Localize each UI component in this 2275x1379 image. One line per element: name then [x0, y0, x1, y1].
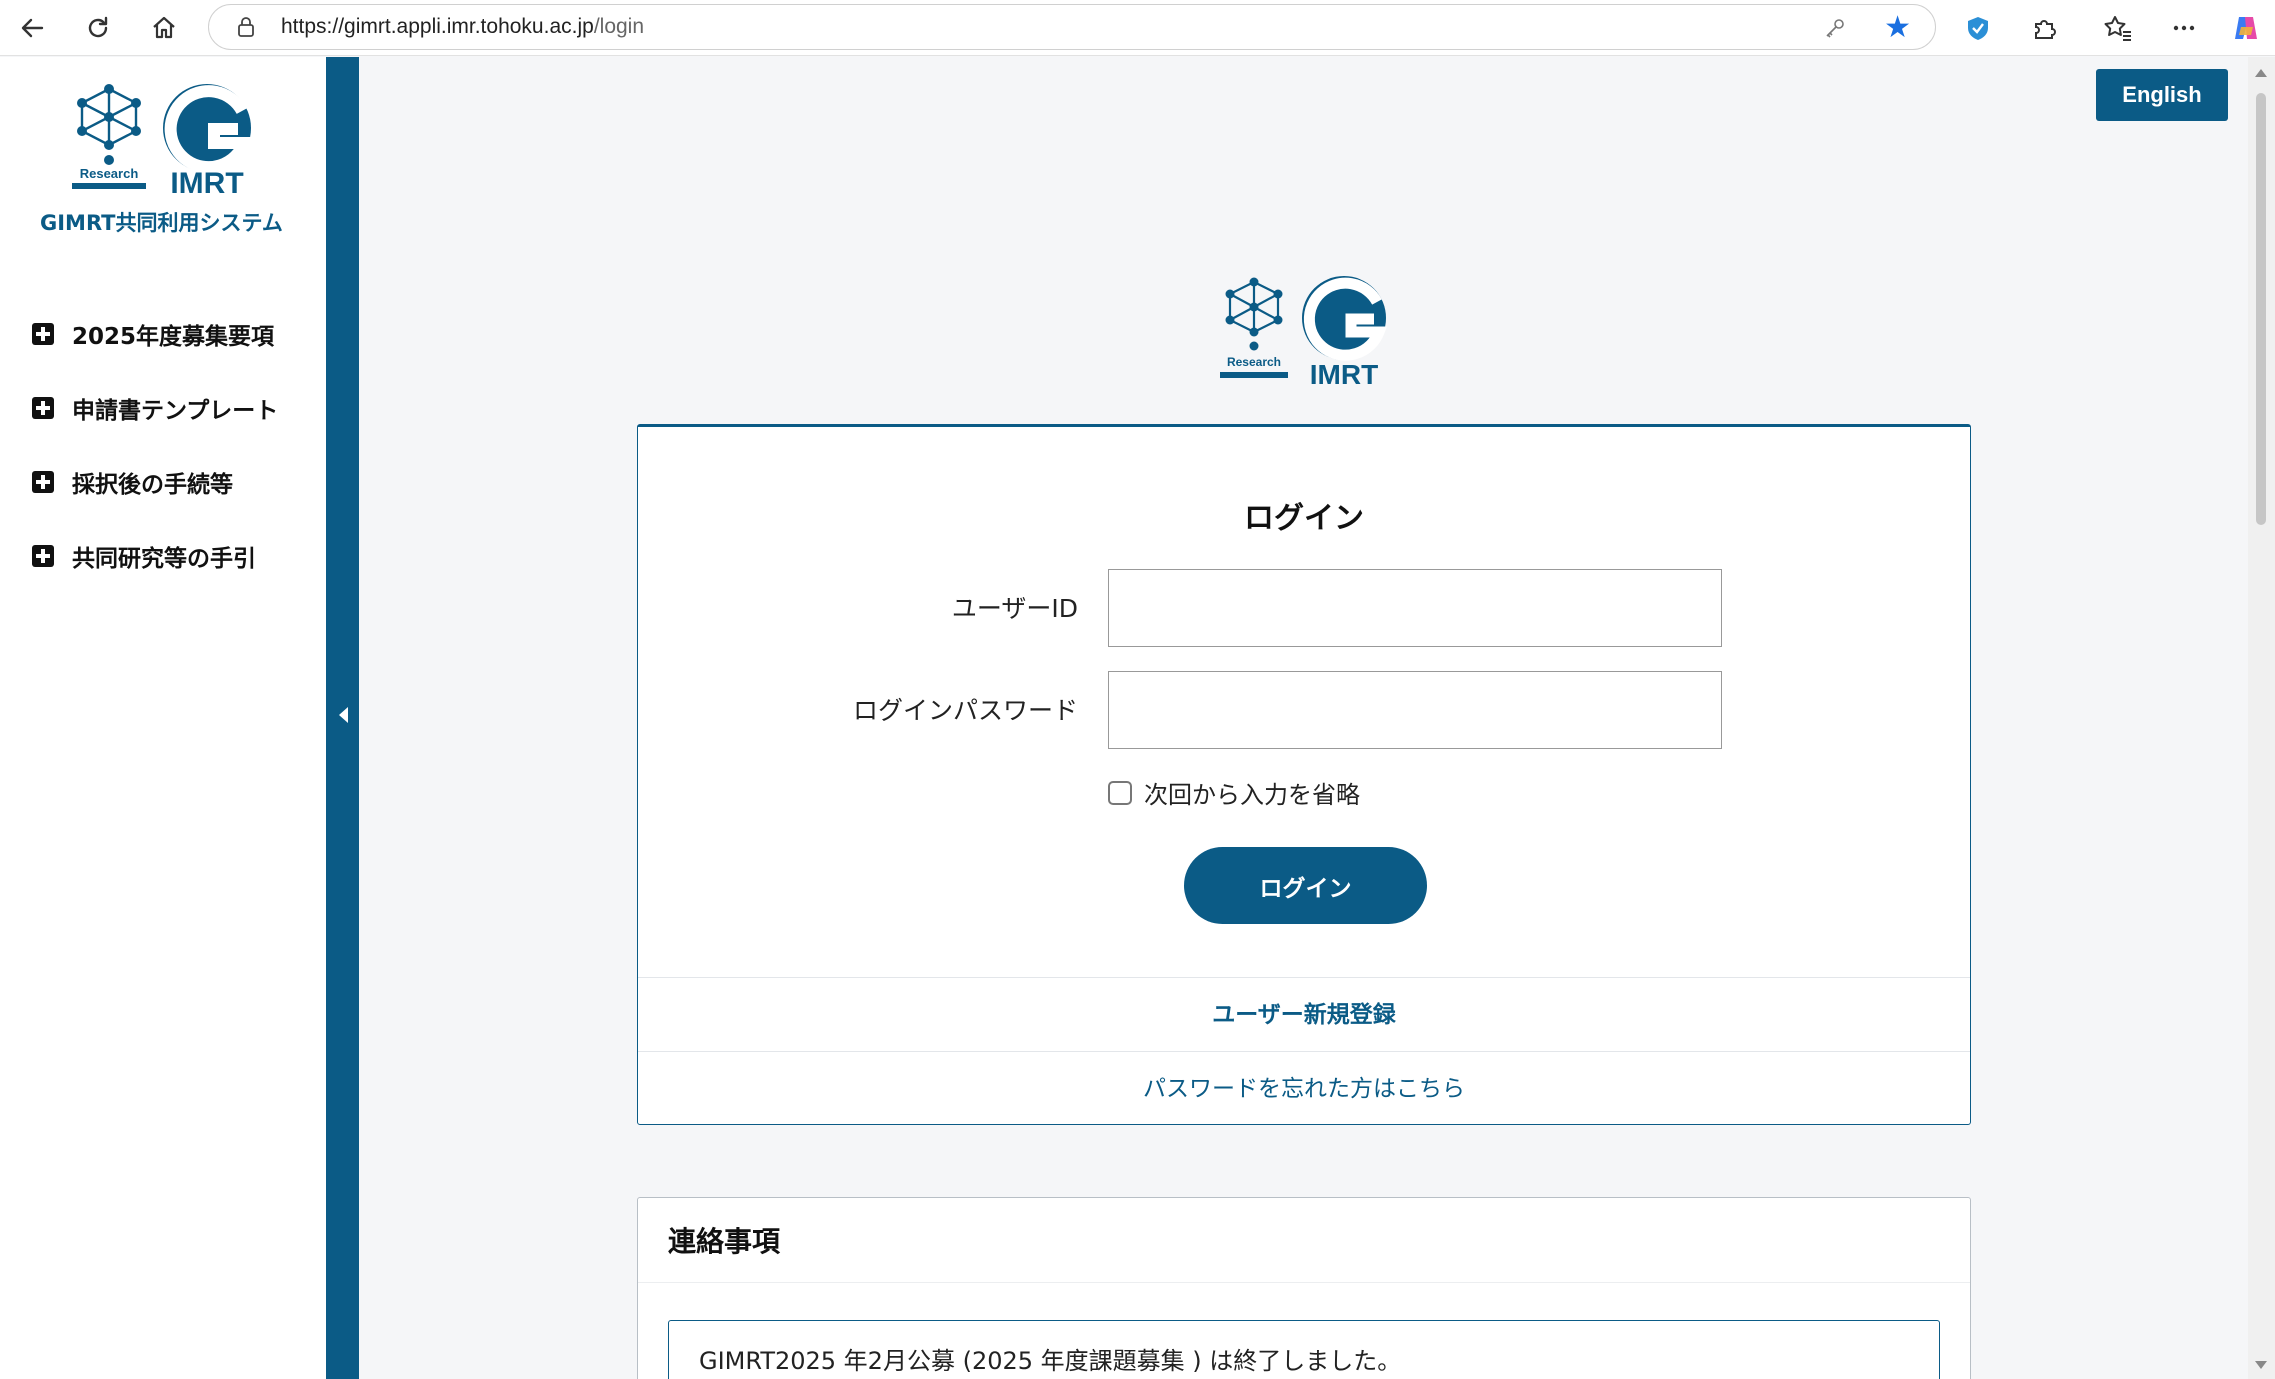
notice-heading: 連絡事項: [668, 1225, 781, 1258]
login-card: ログイン ユーザーID ログインパスワード 次回から入力を省略 ログイン ユーザ…: [637, 424, 1971, 1125]
star-icon[interactable]: ★: [1884, 13, 1911, 43]
url-host: https://gimrt.appli.imr.tohoku.ac.jp: [281, 15, 594, 38]
divider: [638, 1282, 1970, 1283]
chevron-left-icon: [339, 707, 348, 723]
scroll-up-icon[interactable]: [2255, 69, 2267, 77]
reload-icon[interactable]: [78, 8, 118, 48]
scroll-down-icon[interactable]: [2255, 1361, 2267, 1369]
browser-toolbar: https://gimrt.appli.imr.tohoku.ac.jp/log…: [0, 0, 2275, 56]
notice-text: GIMRT2025 年2月公募 (2025 年度課題募集 ) は終了しました。: [699, 1347, 1402, 1375]
back-icon[interactable]: [12, 8, 52, 48]
copilot-icon[interactable]: [2228, 10, 2264, 46]
logo-research-text: Research: [80, 166, 139, 181]
remember-option[interactable]: 次回から入力を省略: [1108, 775, 1360, 810]
sidebar-menu: 2025年度募集要項 申請書テンプレート 採択後の手続等 共同研究等の手引: [32, 297, 278, 593]
login-button[interactable]: ログイン: [1184, 847, 1427, 924]
plus-icon: [32, 397, 54, 419]
vertical-scrollbar[interactable]: [2248, 57, 2275, 1379]
sidebar-item-label: 採択後の手続等: [72, 472, 233, 498]
plus-icon: [32, 471, 54, 493]
divider: [638, 1051, 1970, 1052]
lock-icon[interactable]: [235, 16, 257, 38]
plus-icon: [32, 323, 54, 345]
remember-label: 次回から入力を省略: [1144, 781, 1360, 809]
sidebar-item-templates[interactable]: 申請書テンプレート: [32, 371, 278, 445]
url-text[interactable]: https://gimrt.appli.imr.tohoku.ac.jp/log…: [281, 15, 644, 39]
main-logo-imrt-text: IMRT: [1310, 359, 1378, 390]
main-logo-research-text: Research: [1227, 355, 1281, 369]
more-icon[interactable]: [2166, 10, 2202, 46]
sidebar-item-label: 申請書テンプレート: [72, 398, 279, 424]
sidebar: Research IMRT GIMRT共同利用システム 2025年度募集要項 申…: [0, 57, 326, 1379]
language-button[interactable]: English: [2096, 69, 2228, 121]
main-logo: Research IMRT: [1220, 276, 1388, 390]
sidebar-item-guide[interactable]: 共同研究等の手引: [32, 519, 278, 593]
user-id-label: ユーザーID: [951, 594, 1078, 623]
url-path: /login: [593, 15, 645, 38]
login-title: ログイン: [1244, 501, 1364, 536]
scrollbar-thumb[interactable]: [2256, 93, 2266, 525]
home-icon[interactable]: [144, 8, 184, 48]
sidebar-item-recruitment[interactable]: 2025年度募集要項: [32, 297, 278, 371]
notice-item[interactable]: GIMRT2025 年2月公募 (2025 年度課題募集 ) は終了しました。: [668, 1320, 1940, 1379]
password-input[interactable]: [1108, 671, 1722, 749]
sidebar-item-label: 2025年度募集要項: [72, 324, 275, 350]
remember-checkbox[interactable]: [1108, 780, 1132, 805]
user-id-input[interactable]: [1108, 569, 1722, 647]
logo-imrt-text: IMRT: [170, 167, 243, 200]
sidebar-item-label: 共同研究等の手引: [72, 546, 256, 572]
shield-extension-icon[interactable]: [1960, 10, 1996, 46]
key-icon[interactable]: [1823, 16, 1847, 40]
system-title: GIMRT共同利用システム: [40, 211, 283, 235]
sidebar-item-procedures[interactable]: 採択後の手続等: [32, 445, 278, 519]
forgot-password-link[interactable]: パスワードを忘れた方はこちら: [638, 1069, 1970, 1103]
favorites-icon[interactable]: [2100, 10, 2136, 46]
divider: [638, 977, 1970, 978]
notice-card: 連絡事項 GIMRT2025 年2月公募 (2025 年度課題募集 ) は終了し…: [637, 1197, 1971, 1379]
address-bar[interactable]: https://gimrt.appli.imr.tohoku.ac.jp/log…: [208, 4, 1936, 50]
password-label: ログインパスワード: [852, 696, 1078, 725]
register-link[interactable]: ユーザー新規登録: [638, 995, 1970, 1029]
sidebar-collapse-toggle[interactable]: [326, 57, 359, 1379]
puzzle-icon[interactable]: [2026, 10, 2062, 46]
plus-icon: [32, 545, 54, 567]
gimrt-logo[interactable]: Research IMRT: [64, 81, 264, 201]
